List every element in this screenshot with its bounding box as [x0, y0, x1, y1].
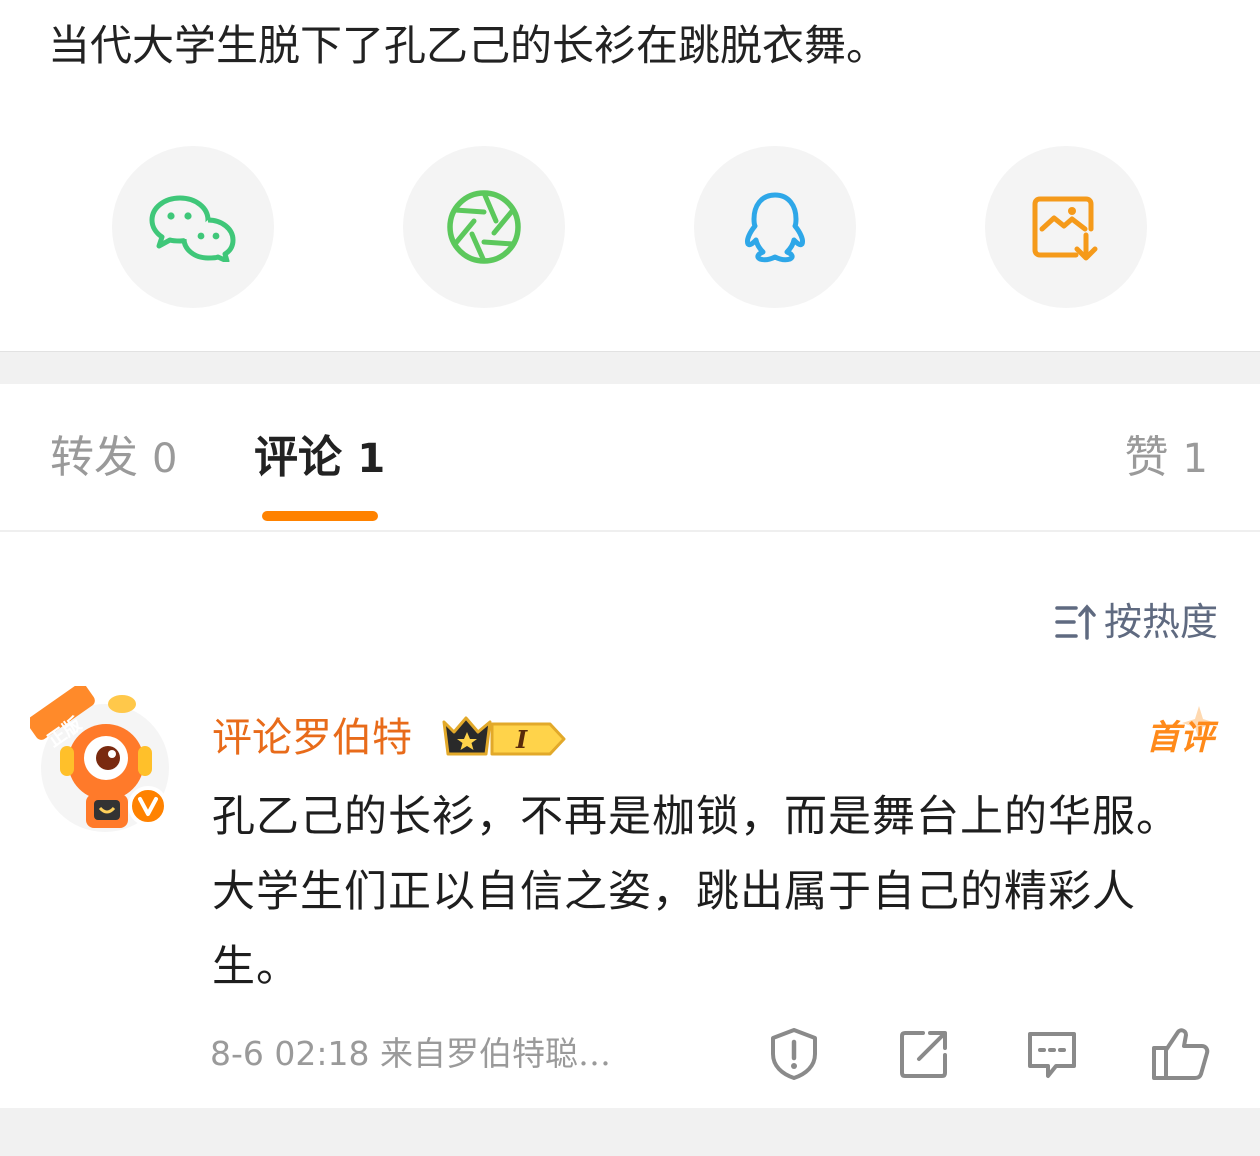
- moments-icon: [447, 190, 521, 264]
- save-image-button[interactable]: [985, 146, 1147, 308]
- like-button[interactable]: [1148, 1022, 1212, 1086]
- tab-like-label: 赞: [1124, 432, 1169, 483]
- robot-avatar-image: 正版: [27, 683, 169, 832]
- sort-label: 按热度: [1103, 600, 1218, 644]
- reply-button[interactable]: [1020, 1022, 1084, 1086]
- member-level-text: I: [515, 725, 528, 754]
- wechat-icon: [149, 195, 236, 262]
- share-qq-button[interactable]: [694, 146, 856, 308]
- tab-comment[interactable]: 评论 1: [254, 430, 385, 487]
- tab-like-count: 1: [1182, 436, 1208, 482]
- thumbs-up-icon: [1152, 1028, 1210, 1080]
- sort-button[interactable]: 按热度: [1054, 598, 1218, 646]
- comment-time: 8-6 02:18: [210, 1034, 370, 1073]
- bottom-divider: [0, 1108, 1260, 1156]
- share-external-icon: [900, 1031, 947, 1078]
- tab-comment-label: 评论: [254, 432, 342, 483]
- tab-like[interactable]: 赞 1: [1125, 430, 1208, 487]
- qq-icon: [745, 192, 805, 263]
- post-text: 当代大学生脱下了孔乙己的长衫在跳脱衣舞。: [48, 21, 889, 70]
- tab-repost-label: 转发: [50, 432, 138, 483]
- comment-username[interactable]: 评论罗伯特: [212, 712, 412, 764]
- sort-icon: [1055, 604, 1096, 640]
- shield-alert-icon: [771, 1028, 817, 1080]
- share-wechat-button[interactable]: [112, 146, 274, 308]
- comment-text: 孔乙己的长衫，不再是枷锁，而是舞台上的华服。大学生们正以自信之姿，跳出属于自己的…: [212, 792, 1180, 992]
- comment-source: 来自罗伯特聪…: [380, 1034, 611, 1073]
- report-button[interactable]: [762, 1022, 826, 1086]
- comment-item: 正版 评论罗伯特 I 首评 孔乙己的长衫，不再是枷锁，而是舞台上的华服。大学生们…: [0, 683, 1260, 1106]
- share-comment-button[interactable]: [892, 1022, 956, 1086]
- active-tab-indicator: [262, 511, 378, 521]
- share-row: [0, 146, 1260, 308]
- section-divider: [0, 351, 1260, 384]
- tab-bar: 转发 0 评论 1 赞 1: [0, 384, 1260, 532]
- tab-repost-count: 0: [152, 436, 178, 482]
- first-comment-tag: 首评: [1146, 718, 1214, 758]
- tab-comment-count: 1: [357, 436, 386, 482]
- avatar[interactable]: 正版: [27, 683, 180, 836]
- save-image-icon: [1032, 196, 1098, 261]
- tab-repost[interactable]: 转发 0: [50, 430, 177, 487]
- comment-bubble-icon: [1028, 1032, 1076, 1078]
- comment-meta: 8-6 02:18 来自罗伯特聪…: [210, 1032, 611, 1076]
- member-level-badge[interactable]: I: [440, 710, 570, 766]
- share-moments-button[interactable]: [403, 146, 565, 308]
